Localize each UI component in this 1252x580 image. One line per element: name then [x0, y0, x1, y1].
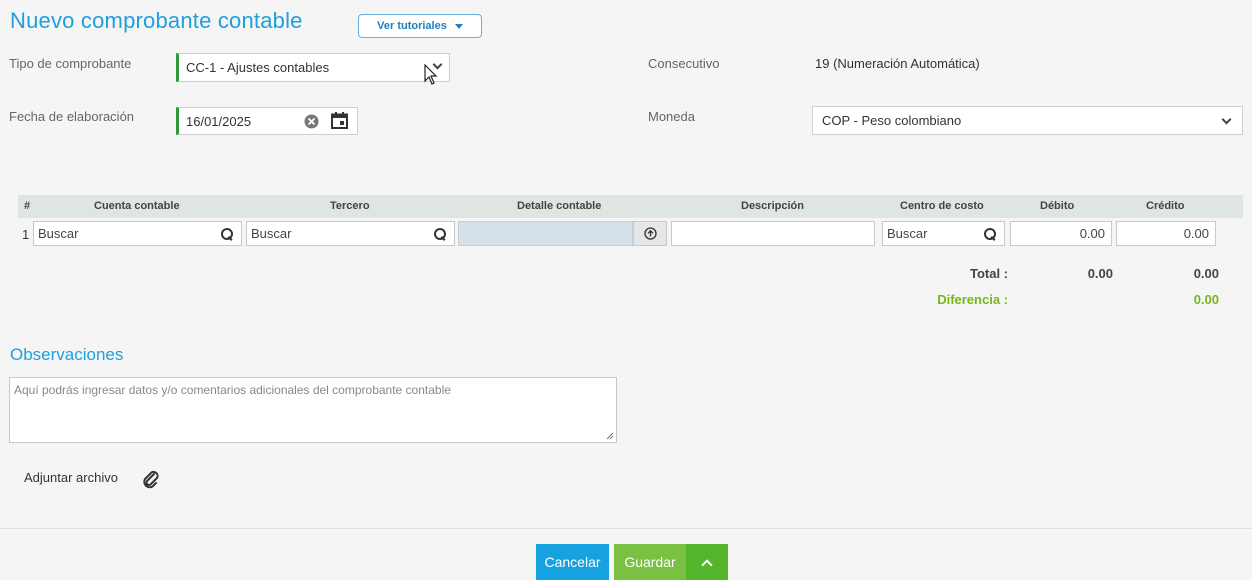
save-options-button[interactable]	[686, 544, 728, 580]
search-icon[interactable]	[434, 227, 446, 240]
tipo-label: Tipo de comprobante	[9, 56, 132, 71]
footer-divider	[0, 528, 1252, 529]
caret-down-icon	[454, 23, 463, 29]
paperclip-icon[interactable]	[142, 469, 160, 489]
centro-placeholder: Buscar	[887, 226, 928, 241]
diferencia-value: 0.00	[1193, 292, 1219, 307]
tutorials-label: Ver tutoriales	[377, 20, 447, 32]
search-icon[interactable]	[984, 227, 996, 240]
chevron-down-icon	[1221, 114, 1232, 125]
tipo-select[interactable]: CC-1 - Ajustes contables	[176, 53, 450, 82]
clear-icon[interactable]	[304, 114, 319, 129]
fecha-field[interactable]: 16/01/2025	[176, 107, 358, 135]
search-icon[interactable]	[221, 227, 233, 240]
observaciones-title: Observaciones	[10, 345, 124, 364]
col-descripcion: Descripción	[741, 200, 804, 212]
total-credito: 0.00	[1193, 266, 1219, 281]
row-index: 1	[22, 227, 30, 242]
tercero-placeholder: Buscar	[251, 226, 292, 241]
descripcion-input[interactable]	[671, 221, 875, 246]
moneda-select[interactable]: COP - Peso colombiano	[812, 106, 1243, 135]
detalle-expand-button[interactable]	[633, 221, 667, 246]
arrow-up-circle-icon	[643, 227, 657, 240]
calendar-icon[interactable]	[331, 112, 348, 129]
col-debito: Débito	[1040, 200, 1075, 212]
cuenta-placeholder: Buscar	[38, 226, 79, 241]
consecutivo-value: 19 (Numeración Automática)	[815, 56, 980, 71]
observaciones-placeholder: Aquí podrás ingresar datos y/o comentari…	[14, 383, 451, 397]
consecutivo-label: Consecutivo	[648, 56, 720, 71]
total-label: Total :	[969, 266, 1008, 281]
page-title: Nuevo comprobante contable	[10, 8, 303, 33]
col-centro: Centro de costo	[900, 200, 984, 212]
cuenta-search-input[interactable]: Buscar	[33, 221, 242, 246]
cancel-button[interactable]: Cancelar	[536, 544, 609, 580]
col-tercero: Tercero	[330, 200, 370, 212]
detalle-contable-field[interactable]	[458, 221, 633, 246]
col-credito: Crédito	[1146, 200, 1185, 212]
centro-costo-search-input[interactable]: Buscar	[882, 221, 1005, 246]
fecha-value: 16/01/2025	[186, 113, 252, 129]
resize-handle-icon[interactable]	[606, 432, 614, 440]
mouse-cursor-icon	[424, 64, 438, 85]
debito-input[interactable]: 0.00	[1010, 221, 1112, 246]
moneda-label: Moneda	[648, 109, 695, 124]
col-index: #	[24, 200, 31, 212]
tercero-search-input[interactable]: Buscar	[246, 221, 455, 246]
moneda-value: COP - Peso colombiano	[822, 113, 962, 128]
diferencia-label: Diferencia :	[937, 292, 1008, 307]
save-button[interactable]: Guardar	[614, 544, 686, 580]
tipo-value: CC-1 - Ajustes contables	[186, 60, 330, 75]
fecha-label: Fecha de elaboración	[9, 109, 135, 124]
credito-input[interactable]: 0.00	[1116, 221, 1216, 246]
col-detalle: Detalle contable	[517, 200, 602, 212]
col-cuenta: Cuenta contable	[94, 200, 180, 212]
total-debito: 0.00	[1087, 266, 1113, 281]
chevron-up-icon	[701, 558, 713, 571]
observaciones-textarea[interactable]: Aquí podrás ingresar datos y/o comentari…	[9, 377, 617, 443]
tutorials-button[interactable]: Ver tutoriales	[358, 14, 482, 38]
grid-header: # Cuenta contable Tercero Detalle contab…	[18, 195, 1243, 218]
attach-label[interactable]: Adjuntar archivo	[24, 470, 118, 485]
